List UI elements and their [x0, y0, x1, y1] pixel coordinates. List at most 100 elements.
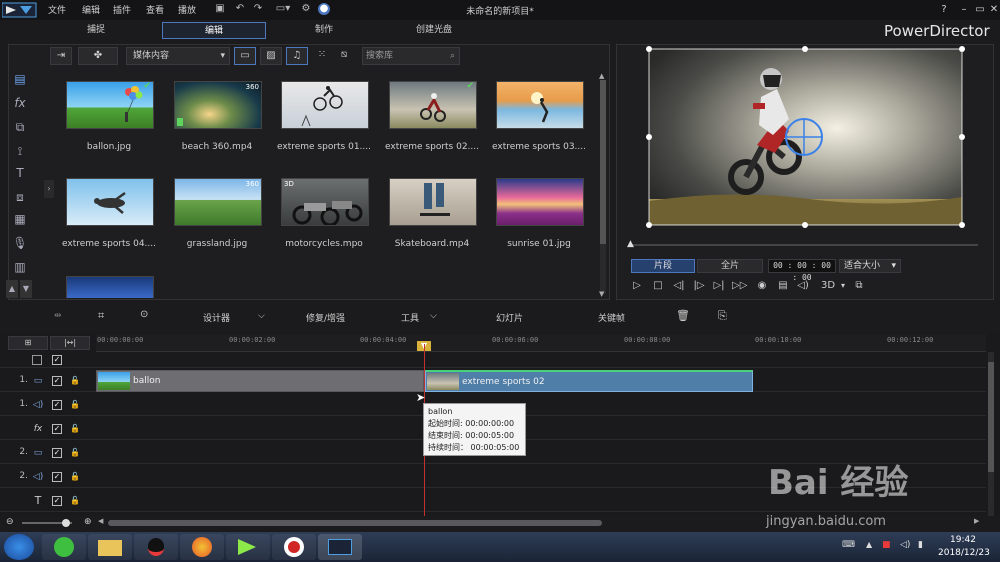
- 3d-dropdown-icon[interactable]: ▾: [836, 279, 850, 293]
- redo-icon[interactable]: ↷: [252, 3, 264, 15]
- menu-plugins[interactable]: 插件: [113, 3, 131, 16]
- preview-playhead-slider[interactable]: ▲: [627, 239, 634, 249]
- transform-handles[interactable]: [646, 46, 965, 228]
- search-icon[interactable]: ⌕: [450, 48, 455, 64]
- filter-video-icon[interactable]: ▭: [234, 47, 256, 65]
- minimize-button[interactable]: –: [956, 2, 972, 18]
- more-features-icon[interactable]: ⊙: [140, 309, 148, 320]
- media-thumb-beach360[interactable]: 360: [174, 81, 262, 129]
- enable-checkbox[interactable]: ✓: [52, 355, 62, 365]
- stop-icon[interactable]: □: [651, 279, 665, 293]
- zoom-fit-select[interactable]: 适合大小 ▾: [839, 259, 901, 273]
- tab-capture[interactable]: 捕捉: [44, 22, 148, 39]
- fast-forward-icon[interactable]: ▷▷: [732, 279, 747, 293]
- lock-icon[interactable]: 🔓: [70, 376, 80, 386]
- volume-icon[interactable]: ◁): [796, 279, 810, 293]
- taskbar-firefox-icon[interactable]: [180, 534, 224, 560]
- scroll-up-icon[interactable]: ▲: [599, 72, 604, 80]
- scroll-right-icon[interactable]: ▶: [974, 517, 979, 525]
- lock-icon[interactable]: 🔓: [70, 400, 80, 410]
- movie-mode-button[interactable]: 全片: [697, 259, 763, 273]
- taskbar-recorder-icon[interactable]: [272, 534, 316, 560]
- media-thumb-motorcycles[interactable]: 3D: [281, 178, 369, 226]
- media-thumb-extreme04[interactable]: [66, 178, 154, 226]
- snapshot-camera-icon[interactable]: ◉: [755, 279, 769, 293]
- trash-icon[interactable]: 🗑: [676, 309, 690, 322]
- media-thumb-extreme02[interactable]: ✔: [389, 81, 477, 129]
- lock-icon[interactable]: 🔓: [70, 472, 80, 482]
- menu-edit[interactable]: 编辑: [82, 3, 100, 16]
- filter-audio-icon[interactable]: ♫: [286, 47, 308, 65]
- keyframe-button[interactable]: 关键帧: [598, 311, 625, 324]
- menu-play[interactable]: 播放: [178, 3, 196, 16]
- media-thumb-more[interactable]: [66, 276, 154, 298]
- plugin-puzzle-icon[interactable]: ✤: [78, 47, 118, 65]
- chevron-down-icon[interactable]: ⌵: [430, 311, 437, 321]
- preview-progress-track[interactable]: [630, 244, 978, 246]
- scroll-down-icon[interactable]: ▼: [599, 290, 604, 298]
- thumbnail-size-icon[interactable]: ⧅: [336, 47, 352, 65]
- enable-checkbox[interactable]: ✓: [52, 472, 62, 482]
- taskbar-powerdirector-icon[interactable]: [318, 534, 362, 560]
- lock-icon[interactable]: 🔓: [70, 496, 80, 506]
- play-icon[interactable]: ▷: [630, 279, 644, 293]
- timeline-vertical-scroll-thumb[interactable]: [988, 362, 994, 472]
- chapter-icon[interactable]: ▥: [11, 258, 29, 276]
- menu-file[interactable]: 文件: [48, 3, 66, 16]
- media-thumb-skateboard[interactable]: [389, 178, 477, 226]
- enable-checkbox[interactable]: ✓: [52, 448, 62, 458]
- track-manager-icon[interactable]: ⊞: [8, 336, 48, 350]
- enable-checkbox[interactable]: ✓: [52, 496, 62, 506]
- effects-room-icon[interactable]: fx: [11, 94, 29, 112]
- designer-menu[interactable]: 设计器: [203, 311, 230, 324]
- tray-network-icon[interactable]: ▮: [918, 540, 923, 550]
- media-thumb-ballon[interactable]: ✔: [66, 81, 154, 129]
- media-thumb-grassland[interactable]: 360: [174, 178, 262, 226]
- tab-create-disc[interactable]: 创建光盘: [382, 22, 486, 39]
- tray-keyboard-icon[interactable]: ⌨: [842, 540, 855, 550]
- media-room-icon[interactable]: ▤: [11, 70, 29, 88]
- library-search-input[interactable]: 搜索库 ⌕: [362, 47, 460, 65]
- timeline-clip-extreme02[interactable]: extreme sports 02: [425, 370, 753, 392]
- subtitle-icon[interactable]: ▤: [776, 279, 790, 293]
- preview-timecode[interactable]: 00 : 00 : 00 : 00: [768, 259, 836, 282]
- audio-mixing-icon[interactable]: ▦: [11, 210, 29, 228]
- all-tracks-toggle[interactable]: [32, 355, 42, 365]
- taskbar-clock-date[interactable]: 2018/12/23: [938, 548, 990, 558]
- voiceover-mic-icon[interactable]: 🎙: [11, 234, 29, 252]
- undo-icon[interactable]: ↶: [234, 3, 246, 15]
- lock-icon[interactable]: 🔓: [70, 448, 80, 458]
- rail-down-icon[interactable]: ▼: [20, 280, 32, 298]
- grid-view-icon[interactable]: ⁙: [314, 47, 330, 65]
- particle-icon[interactable]: ⟟: [11, 142, 29, 160]
- aspect-ratio-icon[interactable]: ▭▾: [272, 3, 294, 15]
- tab-produce[interactable]: 制作: [272, 22, 376, 39]
- previous-frame-icon[interactable]: ◁|: [672, 279, 686, 293]
- filter-image-icon[interactable]: ▨: [260, 47, 282, 65]
- rail-up-icon[interactable]: ▲: [6, 280, 18, 298]
- export-clip-icon[interactable]: ⎘: [718, 309, 727, 323]
- tools-menu[interactable]: 工具: [401, 311, 419, 324]
- tray-security-icon[interactable]: ■: [882, 540, 891, 550]
- media-thumb-sunrise[interactable]: [496, 178, 584, 226]
- media-content-select[interactable]: 媒体内容 ▾: [126, 47, 230, 65]
- save-icon[interactable]: ▣: [214, 3, 226, 15]
- media-thumb-extreme03[interactable]: [496, 81, 584, 129]
- settings-gear-icon[interactable]: ⚙: [300, 3, 312, 15]
- close-button[interactable]: ✕: [986, 2, 1000, 18]
- zoom-slider-knob[interactable]: [62, 519, 70, 527]
- taskbar-app-360-icon[interactable]: [42, 534, 86, 560]
- next-frame-icon[interactable]: |▷: [692, 279, 706, 293]
- enable-checkbox[interactable]: ✓: [52, 376, 62, 386]
- taskbar-explorer-icon[interactable]: [88, 534, 132, 560]
- expand-panel-icon[interactable]: ›: [44, 180, 54, 198]
- title-room-icon[interactable]: T: [11, 164, 29, 182]
- timeline-horizontal-scroll-thumb[interactable]: [108, 520, 602, 526]
- split-clip-icon[interactable]: ⇹: [54, 311, 62, 321]
- clip-mode-button[interactable]: 片段: [631, 259, 695, 273]
- zoom-in-icon[interactable]: ⊕: [84, 517, 92, 527]
- import-media-icon[interactable]: ⇥: [50, 47, 72, 65]
- enable-checkbox[interactable]: ✓: [52, 424, 62, 434]
- enable-checkbox[interactable]: ✓: [52, 400, 62, 410]
- taskbar-media-player-icon[interactable]: [226, 534, 270, 560]
